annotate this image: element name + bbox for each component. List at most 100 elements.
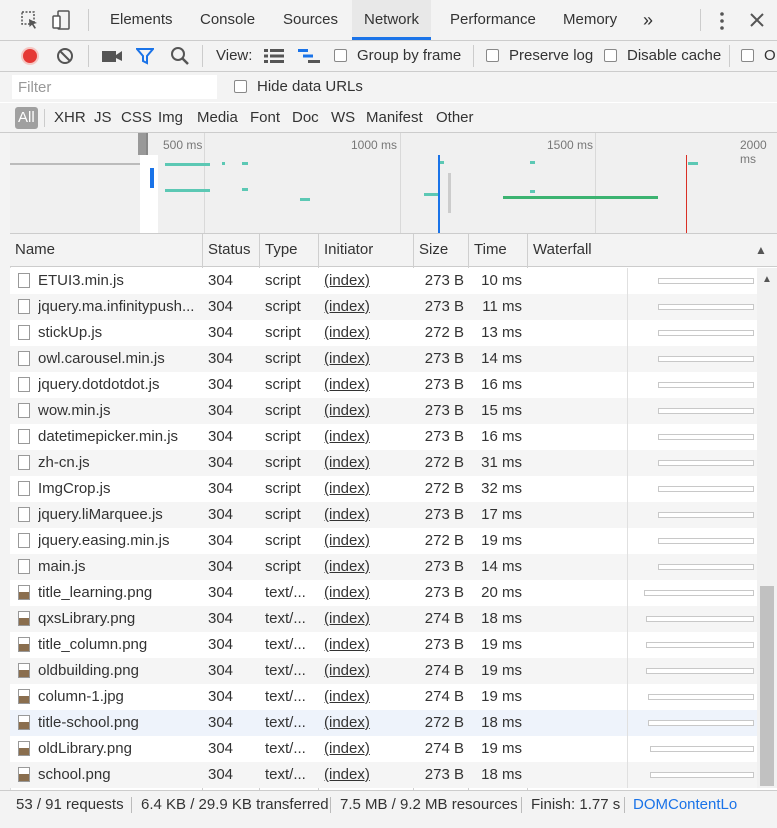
hide-data-urls-checkbox[interactable]: [234, 80, 247, 93]
row-initiator[interactable]: (index): [324, 580, 414, 606]
row-initiator[interactable]: (index): [324, 346, 414, 372]
table-row[interactable]: school.png 304 text/... (index) 273 B 18 ms: [10, 762, 757, 788]
row-time: 18 ms: [481, 610, 522, 627]
tab-performance[interactable]: Performance: [450, 0, 536, 40]
table-row[interactable]: oldLibrary.png 304 text/... (index) 274 B 19 …: [10, 736, 757, 762]
row-initiator[interactable]: (index): [324, 450, 414, 476]
table-row[interactable]: owl.carousel.min.js 304 script (index) 273 B…: [10, 346, 757, 372]
row-initiator[interactable]: (index): [324, 294, 414, 320]
waterfall-overview-icon[interactable]: [298, 48, 320, 64]
tab-memory[interactable]: Memory: [563, 0, 617, 40]
row-initiator[interactable]: (index): [324, 606, 414, 632]
column-header-name[interactable]: Name: [10, 234, 202, 266]
table-row[interactable]: title_column.png 304 text/... (index) 273 B 1…: [10, 632, 757, 658]
filter-icon[interactable]: [134, 47, 156, 65]
type-filter-js[interactable]: JS: [94, 107, 112, 129]
search-icon[interactable]: [170, 46, 190, 66]
type-filter-all[interactable]: All: [15, 107, 38, 129]
group-by-frame-checkbox[interactable]: [334, 49, 347, 62]
type-filter-other[interactable]: Other: [436, 107, 474, 129]
type-filter-font[interactable]: Font: [250, 107, 280, 129]
row-name: main.js: [38, 558, 86, 575]
tab-console[interactable]: Console: [200, 0, 255, 40]
overview-selected-window: [140, 155, 158, 233]
column-header-initiator[interactable]: Initiator: [319, 234, 413, 266]
summary-resources: 7.5 MB / 9.2 MB resources: [340, 796, 518, 813]
scrollbar-thumb[interactable]: [760, 586, 774, 786]
type-filter-img[interactable]: Img: [158, 107, 183, 129]
table-row[interactable]: title_learning.png 304 text/... (index) 273 …: [10, 580, 757, 606]
row-type: text/...: [265, 714, 306, 731]
tab-sources[interactable]: Sources: [283, 0, 338, 40]
tab-network[interactable]: Network: [352, 0, 432, 40]
table-row[interactable]: jquery.ma.infinitypush... 304 script (index…: [10, 294, 757, 320]
filter-row: Hide data URLs: [0, 72, 777, 102]
close-icon[interactable]: [749, 12, 765, 28]
row-initiator[interactable]: (index): [324, 658, 414, 684]
row-initiator[interactable]: (index): [324, 632, 414, 658]
row-initiator[interactable]: (index): [324, 762, 414, 788]
row-initiator[interactable]: (index): [324, 528, 414, 554]
row-initiator[interactable]: (index): [324, 476, 414, 502]
offline-checkbox[interactable]: [741, 49, 754, 62]
row-initiator[interactable]: (index): [324, 684, 414, 710]
table-row[interactable]: jquery.liMarquee.js 304 script (index) 273 B…: [10, 502, 757, 528]
row-initiator[interactable]: (index): [324, 424, 414, 450]
inspect-element-icon[interactable]: [20, 10, 40, 30]
large-rows-icon[interactable]: [264, 48, 284, 64]
column-header-time[interactable]: Time: [469, 234, 527, 266]
waterfall-bar: [650, 772, 754, 778]
scroll-up-arrow-icon[interactable]: ▲: [762, 274, 772, 285]
type-filter-doc[interactable]: Doc: [292, 107, 319, 129]
column-header-type[interactable]: Type: [260, 234, 318, 266]
type-filter-xhr[interactable]: XHR: [54, 107, 86, 129]
row-initiator[interactable]: (index): [324, 398, 414, 424]
row-initiator[interactable]: (index): [324, 736, 414, 762]
screenshot-camera-icon[interactable]: [101, 48, 123, 64]
table-row[interactable]: ImgCrop.js 304 script (index) 272 B 32 ms: [10, 476, 757, 502]
row-type: script: [265, 428, 301, 445]
table-row[interactable]: column-1.jpg 304 text/... (index) 274 B 19 ms: [10, 684, 757, 710]
column-header-waterfall[interactable]: Waterfall: [528, 234, 728, 266]
row-initiator[interactable]: (index): [324, 710, 414, 736]
table-row[interactable]: qxsLibrary.png 304 text/... (index) 274 B 18 …: [10, 606, 757, 632]
table-row[interactable]: title-school.png 304 text/... (index) 272 B 1…: [10, 710, 757, 736]
network-overview-timeline[interactable]: 500 ms 1000 ms 1500 ms 2000 ms: [10, 133, 777, 234]
table-row[interactable]: zh-cn.js 304 script (index) 272 B 31 ms: [10, 450, 757, 476]
kebab-menu-icon[interactable]: [716, 11, 728, 31]
table-row[interactable]: ETUI3.min.js 304 script (index) 273 B 10 ms: [10, 268, 757, 294]
tab-elements[interactable]: Elements: [110, 0, 173, 40]
table-row[interactable]: oldbuilding.png 304 text/... (index) 274 B 19…: [10, 658, 757, 684]
table-row[interactable]: jquery.dotdotdot.js 304 script (index) 273 B…: [10, 372, 757, 398]
device-toolbar-icon[interactable]: [52, 10, 74, 30]
requests-table-body[interactable]: ETUI3.min.js 304 script (index) 273 B 10 ms jq…: [10, 268, 757, 788]
column-header-status[interactable]: Status: [203, 234, 259, 266]
disable-cache-checkbox[interactable]: [604, 49, 617, 62]
row-initiator[interactable]: (index): [324, 502, 414, 528]
row-initiator[interactable]: (index): [324, 554, 414, 580]
row-initiator[interactable]: (index): [324, 320, 414, 346]
type-filter-css[interactable]: CSS: [121, 107, 152, 129]
table-row[interactable]: datetimepicker.min.js 304 script (index) 273…: [10, 424, 757, 450]
summary-requests: 53 / 91 requests: [16, 796, 124, 813]
record-icon[interactable]: [20, 46, 40, 66]
waterfall-bar: [658, 538, 754, 544]
clear-icon[interactable]: [55, 46, 75, 66]
offline-label: O: [764, 47, 776, 64]
table-scrollbar[interactable]: ▲: [757, 268, 777, 788]
row-initiator[interactable]: (index): [324, 372, 414, 398]
type-filter-ws[interactable]: WS: [331, 107, 355, 129]
table-row[interactable]: jquery.easing.min.js 304 script (index) 272 …: [10, 528, 757, 554]
table-row[interactable]: stickUp.js 304 script (index) 272 B 13 ms: [10, 320, 757, 346]
more-tabs-button[interactable]: »: [643, 0, 653, 40]
table-row[interactable]: main.js 304 script (index) 273 B 14 ms: [10, 554, 757, 580]
column-header-size[interactable]: Size: [414, 234, 468, 266]
filter-input[interactable]: [12, 75, 217, 99]
sort-ascending-icon[interactable]: ▲: [750, 234, 770, 266]
overview-handle-left[interactable]: [138, 133, 146, 155]
type-filter-media[interactable]: Media: [197, 107, 238, 129]
table-row[interactable]: wow.min.js 304 script (index) 273 B 15 ms: [10, 398, 757, 424]
preserve-log-checkbox[interactable]: [486, 49, 499, 62]
row-initiator[interactable]: (index): [324, 268, 414, 294]
type-filter-manifest[interactable]: Manifest: [366, 107, 423, 129]
